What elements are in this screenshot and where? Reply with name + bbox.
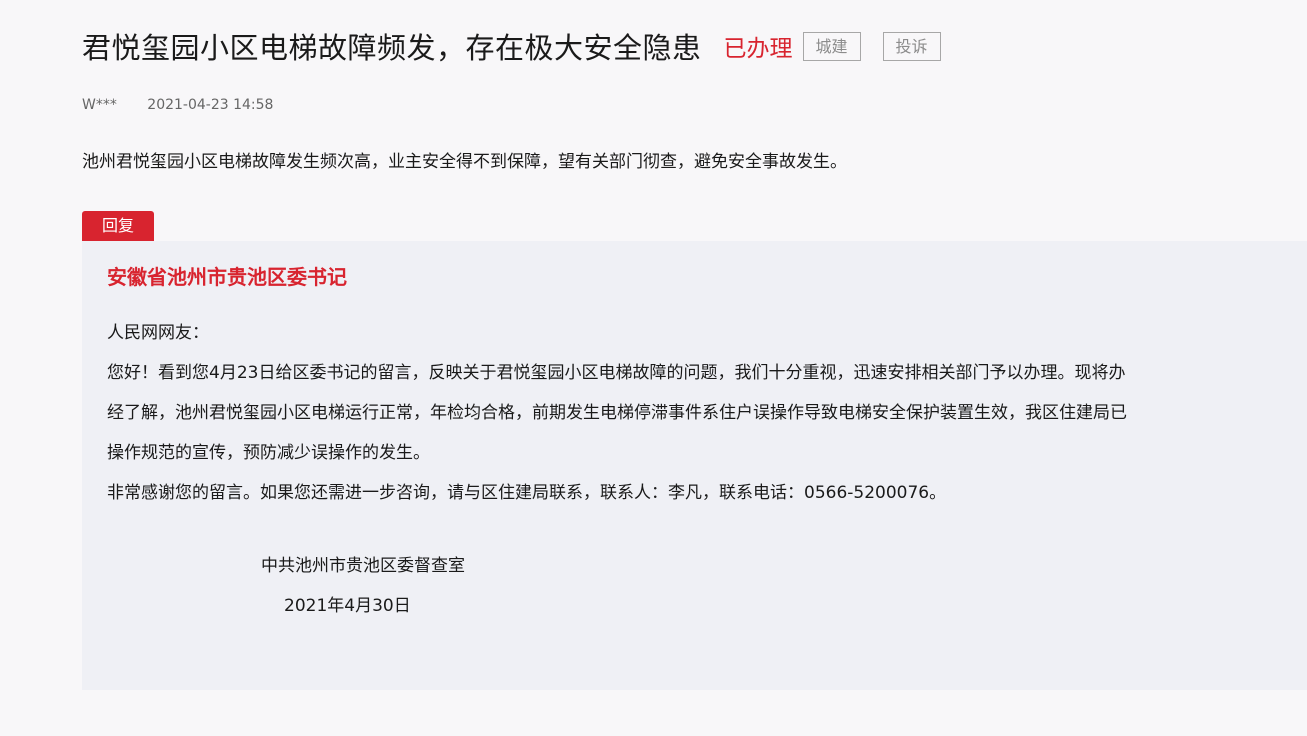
reply-contact-line: 非常感谢您的留言。如果您还需进一步咨询，请与区住建局联系，联系人：李凡，联系电话… — [107, 483, 947, 503]
reply-body: 人民网网友： 您好！看到您4月23日给区委书记的留言，反映关于君悦玺园小区电梯故… — [107, 313, 1127, 513]
reply-paragraph-line: 您好！看到您4月23日给区委书记的留言，反映关于君悦玺园小区电梯故障的问题，我们… — [107, 363, 1126, 383]
reply-greeting: 人民网网友： — [107, 323, 209, 343]
post-datetime: 2021-04-23 14:58 — [147, 97, 274, 113]
message-detail-page: 君悦玺园小区电梯故障频发，存在极大安全隐患 已办理 城建 投诉 W*** 202… — [0, 0, 1307, 736]
reply-paragraph-line: 经了解，池州君悦玺园小区电梯运行正常，年检均合格，前期发生电梯停滞事件系住户误操… — [107, 403, 1127, 423]
page-title: 君悦玺园小区电梯故障频发，存在极大安全隐患 — [82, 31, 702, 65]
signature-organization: 中共池州市贵池区委督查室 — [261, 556, 465, 576]
reply-tab: 回复 — [82, 211, 154, 241]
title-row: 君悦玺园小区电梯故障频发，存在极大安全隐患 已办理 城建 投诉 — [82, 26, 941, 66]
author-name: W*** — [82, 97, 117, 113]
reply-box: 安徽省池州市贵池区委书记 人民网网友： 您好！看到您4月23日给区委书记的留言，… — [82, 241, 1307, 690]
reply-paragraph-line: 操作规范的宣传，预防减少误操作的发生。 — [107, 443, 430, 463]
status-badge: 已办理 — [723, 36, 793, 62]
responder-name: 安徽省池州市贵池区委书记 — [107, 265, 347, 289]
tag-complaint[interactable]: 投诉 — [882, 31, 941, 61]
post-meta: W*** 2021-04-23 14:58 — [82, 97, 273, 113]
tag-city-construction[interactable]: 城建 — [802, 31, 861, 61]
post-content: 池州君悦玺园小区电梯故障发生频次高，业主安全得不到保障，望有关部门彻查，避免安全… — [82, 152, 847, 172]
signature-date: 2021年4月30日 — [284, 596, 411, 616]
